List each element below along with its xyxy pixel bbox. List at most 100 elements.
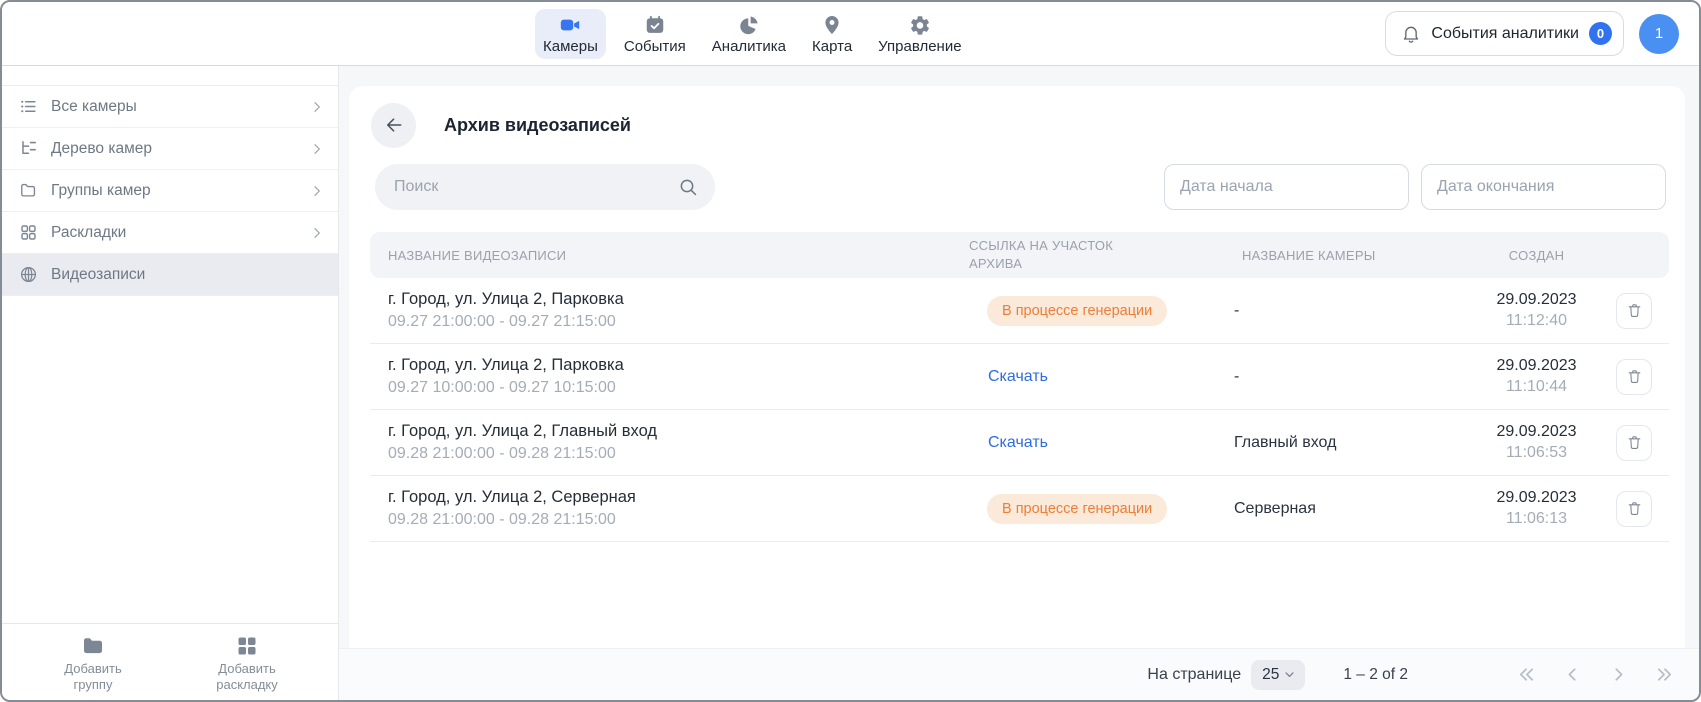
trash-icon (1626, 434, 1643, 451)
nav-tab-events[interactable]: События (616, 9, 694, 59)
nav-tab-management[interactable]: Управление (870, 9, 969, 59)
user-avatar[interactable]: 1 (1639, 14, 1679, 54)
top-navigation-bar: Камеры СобытияАналитика Карта Управление Со… (2, 2, 1699, 66)
nav-tab-label: Карта (812, 38, 852, 55)
side-btn-label: Добавить раскладку (205, 661, 289, 694)
sidebar-item-tree[interactable]: Дерево камер (2, 128, 338, 170)
created-date: 29.09.2023 (1474, 357, 1599, 375)
table-row: г. Город, ул. Улица 2, Парковка09.27 10:… (370, 344, 1669, 410)
next-page-button[interactable] (1608, 664, 1629, 685)
sidebar-item-folder[interactable]: Группы камер (2, 170, 338, 212)
chevron-icon (309, 141, 325, 157)
app-body: Все камеры Дерево камерГруппы камерРаскла… (2, 66, 1699, 700)
last-page-button[interactable] (1654, 664, 1675, 685)
chevron-icon (309, 183, 325, 199)
pagination-bar: На странице 25 1 – 2 of 2 (339, 648, 1699, 700)
main-content: Архив видеозаписей (339, 66, 1699, 648)
chevron-icon (309, 99, 325, 115)
created-cell: 29.09.202311:10:44 (1474, 357, 1599, 396)
created-date: 29.09.2023 (1474, 489, 1599, 507)
grid-icon (19, 223, 38, 242)
page-title: Архив видеозаписей (444, 115, 631, 136)
search-field[interactable] (375, 164, 715, 210)
per-page-value: 25 (1262, 666, 1279, 684)
app-window: Камеры СобытияАналитика Карта Управление Со… (0, 0, 1701, 702)
analytics-events-button[interactable]: События аналитики 0 (1385, 11, 1624, 56)
sidebar-footer: Добавить группу Добавить раскладку (2, 623, 338, 701)
archive-link-cell: В процессе генерации (969, 494, 1234, 524)
actions-cell (1599, 425, 1669, 461)
sidebar: Все камеры Дерево камерГруппы камерРаскла… (2, 66, 339, 700)
created-time: 11:12:40 (1474, 312, 1599, 330)
created-date: 29.09.2023 (1474, 423, 1599, 441)
nav-tabs: Камеры СобытияАналитика Карта Управление (535, 9, 970, 59)
table-row: г. Город, ул. Улица 2, Главный вход 09.28… (370, 410, 1669, 476)
pagination-range: 1 – 2 of 2 (1343, 666, 1408, 684)
delete-recording-button[interactable] (1616, 359, 1652, 395)
folder-filled-icon (81, 634, 105, 658)
recording-name-cell: г. Город, ул. Улица 2, Серверная09.28 21… (370, 488, 969, 529)
nav-tab-analytics[interactable]: Аналитика (704, 9, 794, 59)
trash-icon (1626, 302, 1643, 319)
add-layout-button[interactable]: Добавить раскладку (199, 633, 295, 695)
sidebar-item-grid[interactable]: Раскладки (2, 212, 338, 254)
analytics-events-label: События аналитики (1431, 25, 1579, 43)
column-header-camera-name: НАЗВАНИЕ КАМЕРЫ (1234, 248, 1474, 263)
recording-title: г. Город, ул. Улица 2, Парковка (388, 356, 969, 375)
recording-name-cell: г. Город, ул. Улица 2, Парковка09.27 21:… (370, 290, 969, 331)
created-cell: 29.09.2023 11:06:53 (1474, 423, 1599, 462)
sidebar-item-label: Все камеры (51, 98, 137, 116)
camera-name-cell: - (1234, 302, 1474, 320)
list-icon (19, 97, 38, 116)
recording-name-cell: г. Город, ул. Улица 2, Парковка09.27 10:… (370, 356, 969, 397)
date-start-input[interactable] (1164, 164, 1409, 210)
date-end-input[interactable] (1421, 164, 1666, 210)
recording-title: г. Город, ул. Улица 2, Парковка (388, 290, 969, 309)
created-cell: 29.09.202311:12:40 (1474, 291, 1599, 330)
generation-status-badge: В процессе генерации (987, 296, 1167, 326)
nav-tab-map[interactable]: Карта (804, 9, 860, 59)
search-input[interactable] (392, 177, 678, 197)
actions-cell (1599, 293, 1669, 329)
column-header-recording-name: НАЗВАНИЕ ВИДЕОЗАПИСИ (370, 248, 969, 263)
sidebar-item-label: Видеозаписи (51, 266, 145, 284)
camera-name-cell: Серверная (1234, 500, 1474, 518)
per-page-select[interactable]: 25 (1251, 660, 1305, 690)
created-time: 11:06:53 (1474, 444, 1599, 462)
delete-recording-button[interactable] (1616, 491, 1652, 527)
generation-status-badge: В процессе генерации (987, 494, 1167, 524)
download-link[interactable]: Скачать (988, 434, 1048, 452)
recording-title: г. Город, ул. Улица 2, Главный вход (388, 422, 969, 441)
sidebar-item-list[interactable]: Все камеры (2, 86, 338, 128)
topbar-right-cluster: События аналитики 0 1 (1385, 11, 1699, 56)
filters-row (375, 164, 1666, 210)
actions-cell (1599, 359, 1669, 395)
analytics-icon (738, 14, 760, 36)
created-time: 11:06:13 (1474, 510, 1599, 528)
analytics-events-count-badge: 0 (1589, 22, 1612, 45)
back-button[interactable] (371, 103, 416, 148)
map-icon (821, 14, 843, 36)
events-icon (644, 14, 666, 36)
first-page-button[interactable] (1516, 664, 1537, 685)
sidebar-item-recordings[interactable]: Видеозаписи (2, 254, 338, 296)
delete-recording-button[interactable] (1616, 425, 1652, 461)
nav-tab-camera[interactable]: Камеры (535, 9, 606, 59)
nav-tab-label: Камеры (543, 38, 598, 55)
chevron-icon (309, 225, 325, 241)
download-link[interactable]: Скачать (988, 368, 1048, 386)
archive-link-cell: Скачать (969, 434, 1234, 452)
bell-icon (1401, 24, 1421, 44)
add-group-button[interactable]: Добавить группу (45, 633, 141, 695)
tree-icon (19, 139, 38, 158)
table-header-row: НАЗВАНИЕ ВИДЕОЗАПИСИ ССЫЛКА НА УЧАСТОК А… (370, 232, 1669, 278)
side-btn-label: Добавить группу (51, 661, 135, 694)
created-cell: 29.09.2023 11:06:13 (1474, 489, 1599, 528)
camera-name-cell: Главный вход (1234, 434, 1474, 452)
column-header-archive-link: ССЫЛКА НА УЧАСТОК АРХИВА (969, 237, 1234, 272)
delete-recording-button[interactable] (1616, 293, 1652, 329)
recording-period: 09.28 21:00:00 - 09.28 21:15:00 (388, 445, 969, 463)
actions-cell (1599, 491, 1669, 527)
previous-page-button[interactable] (1562, 664, 1583, 685)
date-filters (1164, 164, 1666, 210)
